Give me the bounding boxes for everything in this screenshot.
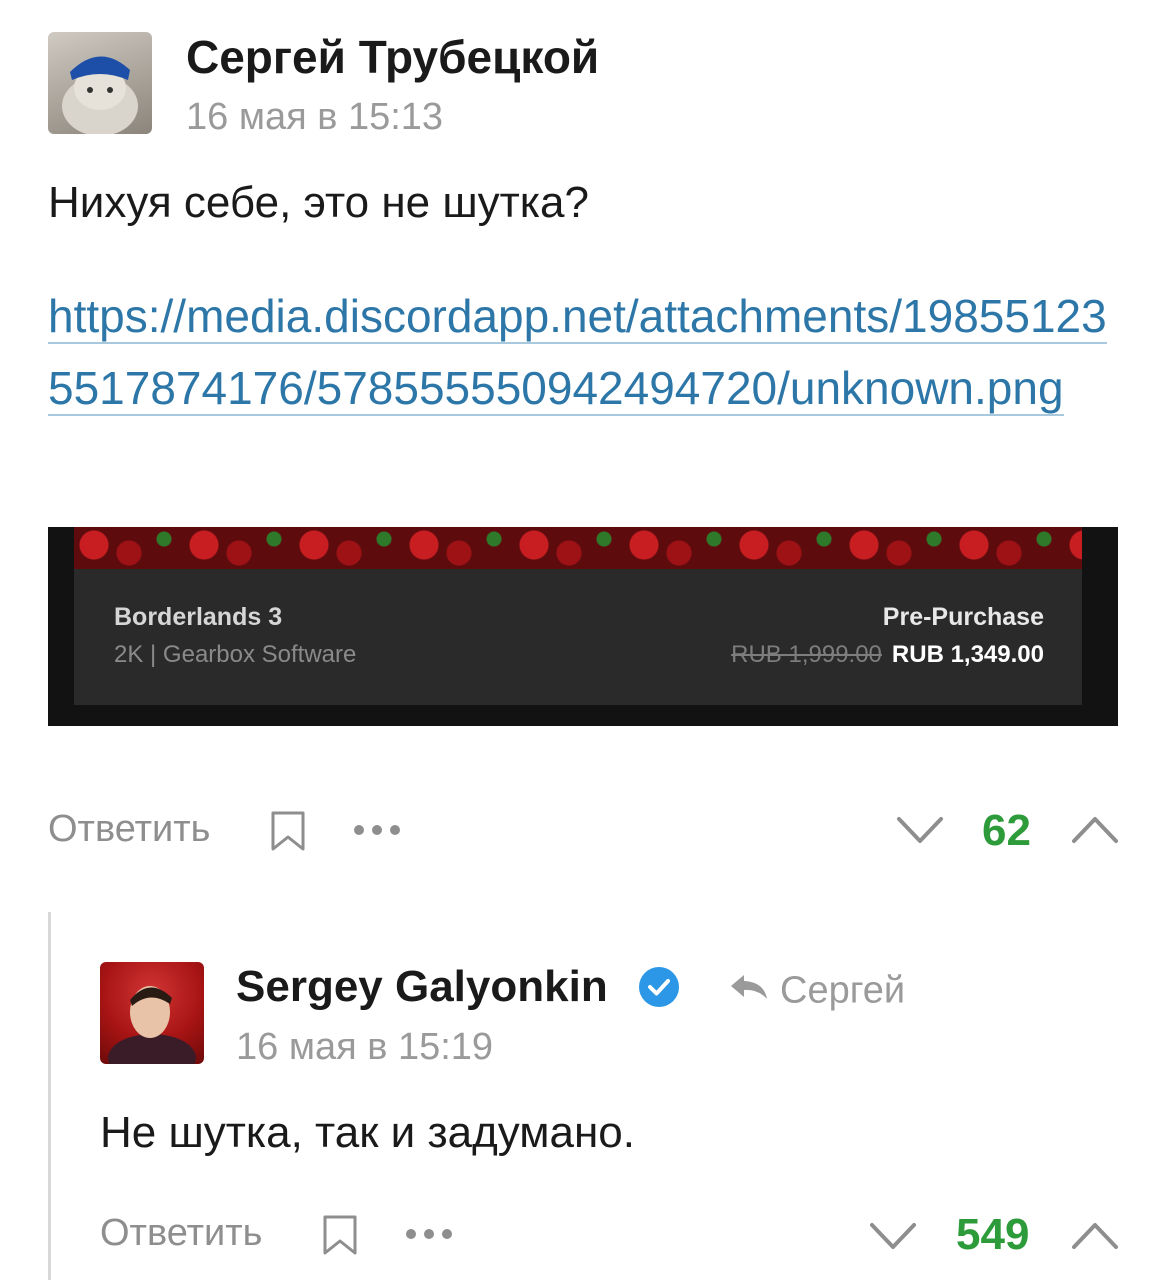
comment-score: 62 [982,806,1031,855]
comment-author[interactable]: Сергей Трубецкой [186,30,599,84]
verified-check-icon [638,966,680,1013]
old-price: RUB 1,999.00 [731,641,882,668]
embedded-image[interactable]: Borderlands 3 2K | Gearbox Software Pre-… [48,527,1118,726]
chevron-up-icon[interactable] [1070,814,1120,846]
avatar[interactable] [48,32,152,134]
comment-timestamp[interactable]: 16 мая в 15:13 [186,96,443,139]
roses-banner [74,527,1082,569]
reply-button[interactable]: Ответить [48,808,210,851]
reply-timestamp[interactable]: 16 мая в 15:19 [236,1026,493,1069]
bookmark-icon[interactable] [270,810,306,852]
new-price: RUB 1,349.00 [891,641,1044,668]
link-text[interactable]: https://media.discordapp.net/attachments… [48,290,1107,416]
reply-to-name[interactable]: Сергей [780,969,905,1011]
more-icon[interactable] [352,822,402,838]
more-icon[interactable] [404,1226,454,1242]
reply-author[interactable]: Sergey Galyonkin [236,962,608,1012]
thread-line [48,912,51,1280]
game-title: Borderlands 3 [114,603,283,631]
price-row: RUB 1,999.00 RUB 1,349.00 [731,641,1044,669]
reply-text: Не шутка, так и задумано. [100,1108,636,1157]
prepurchase-label: Pre-Purchase [882,603,1044,631]
store-card [74,569,1082,705]
game-publisher: 2K | Gearbox Software [114,641,357,668]
chevron-up-icon[interactable] [1070,1220,1120,1252]
comment-text: Нихуя себе, это не шутка? [48,178,589,227]
reply-score: 549 [956,1210,1030,1259]
chevron-down-icon[interactable] [868,1220,918,1252]
reply-button[interactable]: Ответить [100,1212,262,1255]
bookmark-icon[interactable] [322,1214,358,1256]
reply-arrow-icon [728,969,770,1012]
reply-to[interactable]: Сергей [728,968,905,1012]
avatar[interactable] [100,962,204,1064]
chevron-down-icon[interactable] [895,814,945,846]
comment-link[interactable]: https://media.discordapp.net/attachments… [48,280,1118,424]
